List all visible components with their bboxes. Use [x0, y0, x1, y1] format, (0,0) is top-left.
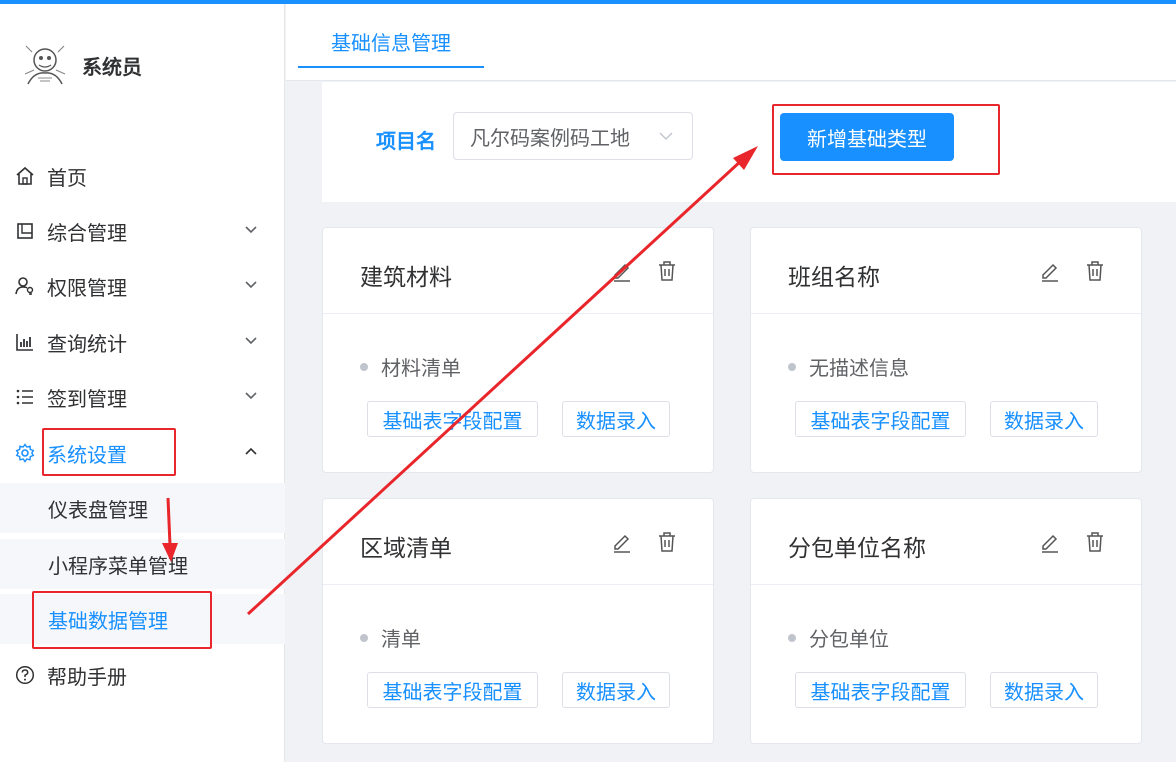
chevron-down-icon	[245, 392, 257, 400]
tab-bar: 基础信息管理	[286, 4, 1176, 81]
card-header: 班组名称	[751, 228, 1141, 314]
user-profile: 系统员	[20, 38, 142, 92]
card-description-text: 无描述信息	[809, 356, 909, 380]
field-config-button[interactable]: 基础表字段配置	[367, 401, 538, 437]
menu-item-statistics[interactable]: 查询统计	[0, 317, 285, 367]
submenu-item-basic-data[interactable]: 基础数据管理	[0, 594, 285, 644]
submenu-item-label: 仪表盘管理	[48, 497, 148, 522]
chevron-up-icon	[245, 447, 257, 455]
edit-icon[interactable]	[611, 260, 633, 282]
data-entry-button[interactable]: 数据录入	[990, 401, 1098, 437]
delete-icon[interactable]	[1084, 260, 1106, 282]
card-title: 建筑材料	[360, 265, 452, 291]
submenu-item-dashboard[interactable]: 仪表盘管理	[0, 483, 285, 533]
menu-item-checkin[interactable]: 签到管理	[0, 372, 285, 422]
card-title: 区域清单	[360, 536, 452, 562]
add-basic-type-button[interactable]: 新增基础类型	[780, 113, 954, 161]
home-icon	[14, 165, 36, 187]
card-description-text: 清单	[381, 627, 421, 651]
menu-item-label: 查询统计	[47, 331, 127, 356]
project-name-label: 项目名	[376, 129, 436, 153]
edit-icon[interactable]	[1039, 531, 1061, 553]
sidebar: 系统员 首页 综合管理 权限管理 查询统计 签到管理 系统设置 仪表盘管理 小程…	[0, 4, 285, 762]
menu-item-label: 签到管理	[47, 386, 127, 411]
username: 系统员	[82, 54, 142, 79]
chevron-down-icon	[245, 226, 257, 234]
menu-item-label: 帮助手册	[47, 664, 127, 689]
data-entry-button[interactable]: 数据录入	[562, 401, 670, 437]
document-icon	[14, 220, 36, 242]
card-description: 清单	[360, 623, 421, 652]
field-config-button[interactable]: 基础表字段配置	[795, 401, 966, 437]
data-entry-button[interactable]: 数据录入	[562, 672, 670, 708]
card-title: 班组名称	[788, 265, 880, 291]
menu-item-home[interactable]: 首页	[0, 151, 285, 201]
project-select[interactable]: 凡尔码案例码工地	[453, 112, 693, 160]
menu-item-label: 系统设置	[47, 442, 127, 467]
card-title: 分包单位名称	[788, 536, 926, 562]
menu-item-label: 权限管理	[47, 275, 127, 300]
gear-icon	[14, 442, 36, 464]
card-header: 分包单位名称	[751, 499, 1141, 585]
menu-item-general[interactable]: 综合管理	[0, 206, 285, 256]
data-type-card: 班组名称 无描述信息 基础表字段配置 数据录入	[750, 227, 1142, 473]
delete-icon[interactable]	[656, 531, 678, 553]
menu-item-system-settings[interactable]: 系统设置	[0, 428, 285, 478]
data-type-card: 区域清单 清单 基础表字段配置 数据录入	[322, 498, 714, 744]
filter-bar: 项目名 凡尔码案例码工地 新增基础类型	[322, 82, 1176, 202]
menu-item-help[interactable]: 帮助手册	[0, 650, 285, 700]
chevron-down-icon	[245, 337, 257, 345]
submenu-item-miniprogram-menu[interactable]: 小程序菜单管理	[0, 539, 285, 589]
avatar	[24, 45, 66, 85]
project-select-value: 凡尔码案例码工地	[470, 125, 630, 150]
card-description: 材料清单	[360, 352, 461, 381]
edit-icon[interactable]	[611, 531, 633, 553]
data-type-card: 建筑材料 材料清单 基础表字段配置 数据录入	[322, 227, 714, 473]
bullet-icon	[788, 633, 796, 642]
bullet-icon	[360, 362, 368, 371]
bar-chart-icon	[14, 331, 36, 353]
data-entry-button[interactable]: 数据录入	[990, 672, 1098, 708]
card-description: 分包单位	[788, 623, 889, 652]
chevron-down-icon	[659, 132, 673, 140]
submenu-item-label: 基础数据管理	[48, 608, 168, 633]
data-type-card: 分包单位名称 分包单位 基础表字段配置 数据录入	[750, 498, 1142, 744]
card-description-text: 分包单位	[809, 627, 889, 651]
bullet-icon	[788, 362, 796, 371]
menu-item-permission[interactable]: 权限管理	[0, 261, 285, 311]
help-icon	[14, 664, 36, 686]
bullet-icon	[360, 633, 368, 642]
list-icon	[14, 386, 36, 408]
tab-basic-info[interactable]: 基础信息管理	[298, 26, 484, 68]
submenu-item-label: 小程序菜单管理	[48, 553, 188, 578]
menu-item-label: 首页	[47, 165, 87, 190]
field-config-button[interactable]: 基础表字段配置	[795, 672, 966, 708]
menu-item-label: 综合管理	[47, 220, 127, 245]
edit-icon[interactable]	[1039, 260, 1061, 282]
user-key-icon	[14, 275, 36, 297]
chevron-down-icon	[245, 281, 257, 289]
card-header: 建筑材料	[323, 228, 713, 314]
card-description-text: 材料清单	[381, 356, 461, 380]
card-header: 区域清单	[323, 499, 713, 585]
delete-icon[interactable]	[1084, 531, 1106, 553]
field-config-button[interactable]: 基础表字段配置	[367, 672, 538, 708]
delete-icon[interactable]	[656, 260, 678, 282]
card-description: 无描述信息	[788, 352, 909, 381]
